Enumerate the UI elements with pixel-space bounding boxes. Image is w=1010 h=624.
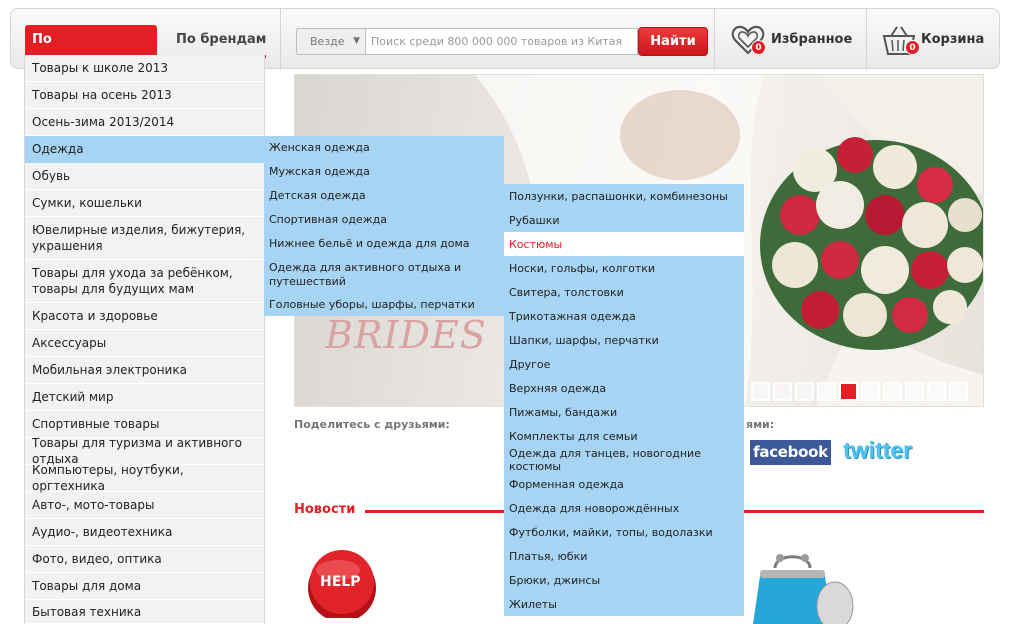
favorites-button[interactable]: 0 Избранное: [731, 24, 852, 56]
clothing-submenu-item[interactable]: Женская одежда: [264, 136, 504, 160]
share-label: Поделитесь с друзьями:: [294, 418, 450, 431]
slider-dot[interactable]: [949, 382, 968, 401]
kids-clothing-submenu: Ползунки, распашонки, комбинезоны Рубашки…: [504, 184, 744, 616]
clothing-submenu-item[interactable]: Головные уборы, шарфы, перчатки: [264, 294, 504, 316]
header-divider: [280, 9, 281, 70]
slider-dots: [751, 382, 968, 401]
help-button-image[interactable]: HELP: [300, 548, 390, 618]
category-menu-item[interactable]: Бытовая техника: [25, 600, 264, 624]
kids-clothing-submenu-item[interactable]: Брюки, джинсы: [504, 568, 744, 592]
category-menu-item[interactable]: Товары для дома: [25, 573, 264, 600]
category-menu-item[interactable]: Товары для ухода за ребёнком, товары для…: [25, 260, 264, 303]
header-divider: [714, 9, 715, 70]
clothing-submenu-item[interactable]: Одежда для активного отдыха и путешестви…: [264, 256, 504, 294]
kids-clothing-submenu-item[interactable]: Футболки, майки, топы, водолазки: [504, 520, 744, 544]
cart-button[interactable]: 0 Корзина: [881, 24, 984, 56]
caret-down-icon: ▼: [353, 36, 360, 46]
kids-clothing-submenu-item[interactable]: Одежда для новорождённых: [504, 496, 744, 520]
category-menu-item[interactable]: Обувь: [25, 163, 264, 190]
category-menu-item[interactable]: Спортивные товары: [25, 411, 264, 438]
kids-clothing-submenu-item[interactable]: Костюмы: [504, 232, 744, 256]
clothing-submenu: Женская одежда Мужская одежда Детская одеж…: [264, 136, 504, 316]
clothing-submenu-item[interactable]: Нижнее бельё и одежда для дома: [264, 232, 504, 256]
category-menu-item[interactable]: Мобильная электроника: [25, 357, 264, 384]
kids-clothing-submenu-item[interactable]: Форменная одежда: [504, 472, 744, 496]
category-menu-item[interactable]: Ювелирные изделия, бижутерия, украшения: [25, 217, 264, 260]
search-input[interactable]: [366, 28, 638, 55]
category-menu-item[interactable]: Фото, видео, оптика: [25, 546, 264, 573]
slider-dot[interactable]: [795, 382, 814, 401]
header-divider: [866, 9, 867, 70]
category-menu: Товары к школе 2013 Товары на осень 2013 О…: [24, 55, 265, 624]
favorites-label: Избранное: [771, 32, 853, 47]
kids-clothing-submenu-item[interactable]: Ползунки, распашонки, комбинезоны: [504, 184, 744, 208]
clothing-submenu-item[interactable]: Спортивная одежда: [264, 208, 504, 232]
clothing-submenu-item[interactable]: Мужская одежда: [264, 160, 504, 184]
kids-clothing-submenu-item[interactable]: Комплекты для семьи: [504, 424, 744, 448]
kids-clothing-submenu-item[interactable]: Свитера, толстовки: [504, 280, 744, 304]
facebook-button[interactable]: facebook: [750, 440, 831, 465]
kids-clothing-submenu-item[interactable]: Трикотажная одежда: [504, 304, 744, 328]
category-menu-item[interactable]: Аксессуары: [25, 330, 264, 357]
kids-clothing-submenu-item[interactable]: Другое: [504, 352, 744, 376]
search-button[interactable]: Найти: [638, 27, 708, 56]
slider-dot[interactable]: [927, 382, 946, 401]
category-menu-item[interactable]: Сумки, кошельки: [25, 190, 264, 217]
slider-dot[interactable]: [883, 382, 902, 401]
tab-by-brands[interactable]: По брендам: [176, 25, 266, 55]
category-menu-item[interactable]: Товары к школе 2013: [25, 55, 264, 82]
category-menu-item[interactable]: Аудио-, видеотехника: [25, 519, 264, 546]
search-scope-value: Везде: [310, 35, 345, 48]
twitter-button[interactable]: twitter: [843, 437, 912, 467]
brides-caption-text: BRIDES: [325, 313, 487, 357]
share-label-tail: ями:: [746, 418, 775, 431]
kids-clothing-submenu-item[interactable]: Носки, гольфы, колготки: [504, 256, 744, 280]
search-scope-select[interactable]: Везде ▼: [296, 28, 366, 55]
category-menu-item[interactable]: Компьютеры, ноутбуки, оргтехника: [25, 463, 264, 493]
slider-dot[interactable]: [861, 382, 880, 401]
kids-clothing-submenu-item[interactable]: Платья, юбки: [504, 544, 744, 568]
kids-clothing-submenu-item[interactable]: Жилеты: [504, 592, 744, 616]
slider-dot[interactable]: [817, 382, 836, 401]
category-menu-item[interactable]: Товары для туризма и активного отдыха: [25, 436, 264, 466]
category-menu-item[interactable]: Детский мир: [25, 384, 264, 411]
cart-count-badge: 0: [905, 40, 920, 55]
slider-dot[interactable]: [905, 382, 924, 401]
kids-clothing-submenu-item[interactable]: Шапки, шарфы, перчатки: [504, 328, 744, 352]
category-menu-item[interactable]: Товары на осень 2013: [25, 82, 264, 109]
favorites-count-badge: 0: [751, 40, 766, 55]
cart-label: Корзина: [921, 32, 985, 47]
kids-clothing-submenu-item[interactable]: Верхняя одежда: [504, 376, 744, 400]
brides-caption: BRIDES: [325, 313, 487, 357]
category-menu-item[interactable]: Осень-зима 2013/2014: [25, 109, 264, 136]
tab-by-categories[interactable]: По категориям▼: [25, 25, 157, 77]
kids-clothing-submenu-item[interactable]: Пижамы, бандажи: [504, 400, 744, 424]
clothing-submenu-item[interactable]: Детская одежда: [264, 184, 504, 208]
kids-clothing-submenu-item[interactable]: Рубашки: [504, 208, 744, 232]
slider-dot[interactable]: [839, 382, 858, 401]
slider-dot[interactable]: [751, 382, 770, 401]
purse-image: [753, 554, 854, 624]
category-menu-item[interactable]: Красота и здоровье: [25, 303, 264, 330]
kids-clothing-submenu-item[interactable]: Одежда для танцев, новогодние костюмы: [504, 447, 744, 473]
category-menu-item[interactable]: Одежда: [25, 136, 264, 163]
help-button-text: HELP: [320, 574, 360, 590]
category-menu-item[interactable]: Авто-, мото-товары: [25, 492, 264, 519]
news-title: Новости: [294, 502, 356, 517]
slider-dot[interactable]: [773, 382, 792, 401]
